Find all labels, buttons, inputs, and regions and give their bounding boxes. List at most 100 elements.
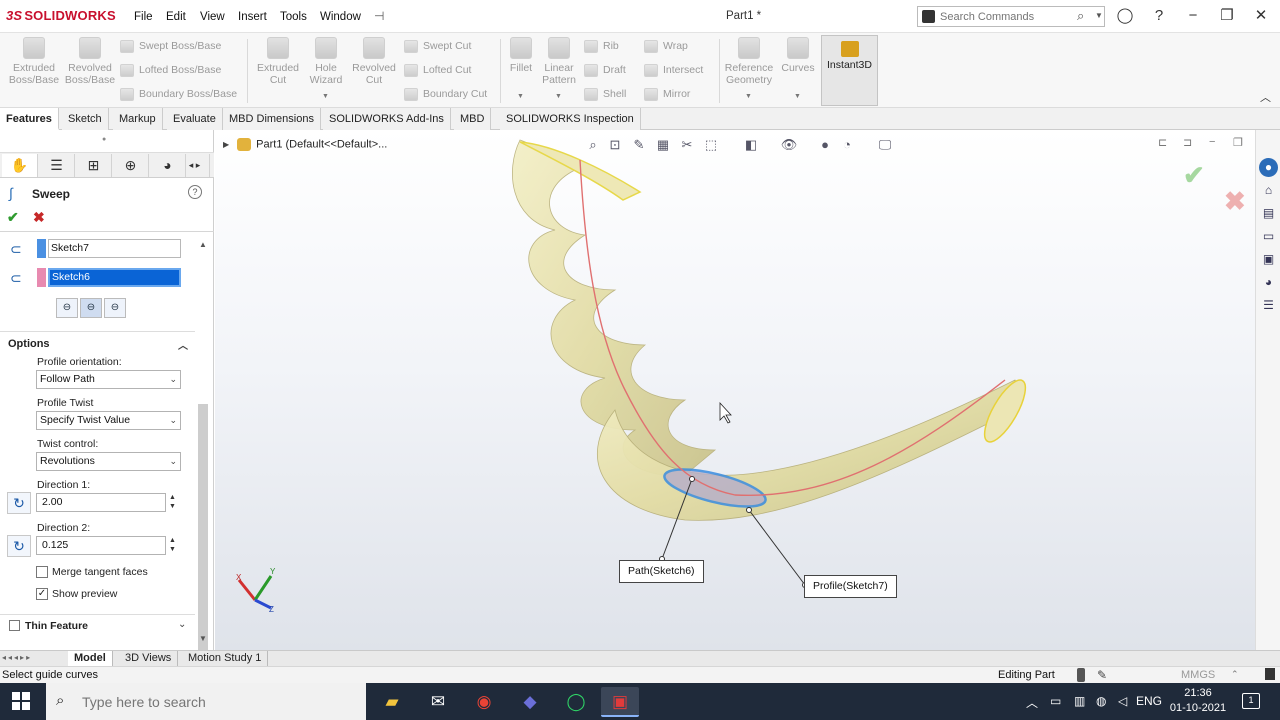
thin-feature-group-header[interactable]: Thin Feature ⌄ — [0, 614, 195, 636]
menu-file[interactable]: File — [134, 11, 153, 23]
tab-scroll-arrows-icon[interactable]: ◂ ▸ — [180, 154, 210, 177]
help-icon[interactable]: ? — [188, 185, 202, 199]
linear-pattern-button[interactable]: Linear Pattern — [540, 37, 578, 86]
mirror-button[interactable]: Mirror — [644, 86, 690, 102]
expand-chevron-icon[interactable]: ⌄ — [178, 619, 186, 630]
tree-part-label[interactable]: Part1 (Default<<Default>... — [256, 138, 387, 150]
search-commands-input[interactable] — [940, 9, 1074, 24]
pm-scrollbar[interactable]: ▲ ▼ — [196, 236, 210, 716]
user-account-icon[interactable]: ◯ — [1115, 6, 1135, 26]
boundary-boss-button[interactable]: Boundary Boss/Base — [120, 86, 237, 102]
hole-wizard-dropdown-icon[interactable]: ▼ — [322, 93, 329, 100]
windows-start-icon[interactable] — [12, 692, 30, 710]
tab-solidworks-addins[interactable]: SOLIDWORKS Add-Ins — [323, 108, 451, 130]
intersect-button[interactable]: Intersect — [644, 62, 703, 78]
profile-callout[interactable]: Profile(Sketch7) — [804, 575, 897, 598]
tab-mbd[interactable]: MBD — [454, 108, 492, 130]
solid-profile-icon[interactable]: ⊖ — [104, 298, 126, 318]
wrap-button[interactable]: Wrap — [644, 38, 688, 54]
custom-properties-icon[interactable]: ☰ — [1259, 296, 1278, 315]
confirmation-cancel-icon[interactable]: ✖ — [1224, 186, 1246, 217]
unit-system[interactable]: MMGS — [1181, 669, 1215, 681]
show-hidden-icons-icon[interactable]: ︿ — [1026, 694, 1038, 711]
pin-menu-icon[interactable]: ⊣ — [374, 9, 384, 23]
view-orientation-icon[interactable]: ⬚ — [701, 135, 721, 155]
close-window-icon[interactable]: ✕ — [1251, 6, 1271, 26]
toolbar-toggle-icon[interactable] — [1265, 668, 1275, 680]
graphics-area[interactable]: X Y Z ▶ Part1 (Default<<Default>... ⌕ ⊡ ✎… — [215, 130, 1255, 650]
scroll-up-icon[interactable]: ▲ — [199, 240, 207, 249]
home-icon[interactable]: ⌂ — [1259, 181, 1278, 200]
menu-edit[interactable]: Edit — [166, 11, 186, 23]
input-language[interactable]: ENG — [1136, 694, 1162, 708]
collapse-ribbon-icon[interactable]: ︿ — [1260, 89, 1271, 105]
tab-model[interactable]: Model — [68, 651, 113, 666]
previous-view-icon[interactable]: ✎ — [629, 135, 649, 155]
search-icon[interactable]: ⌕ — [1077, 8, 1084, 24]
search-commands-box[interactable]: ⌕ ▼ — [917, 6, 1105, 27]
boundary-cut-button[interactable]: Boundary Cut — [404, 86, 487, 102]
battery-icon[interactable]: ▭ — [1050, 694, 1061, 708]
reference-geometry-button[interactable]: Reference Geometry — [722, 37, 776, 86]
design-library-icon[interactable]: ▤ — [1259, 204, 1278, 223]
expand-triangle-icon[interactable]: ▶ — [223, 140, 229, 149]
circular-profile-icon[interactable]: ⊖ — [80, 298, 102, 318]
tab-markup[interactable]: Markup — [113, 108, 163, 130]
thin-feature-checkbox[interactable] — [9, 620, 20, 631]
revolved-boss-button[interactable]: Revolved Boss/Base — [64, 37, 116, 86]
appearances-icon[interactable]: ◕ — [1259, 273, 1278, 292]
system-clock[interactable]: 21:36 01-10-2021 — [1163, 686, 1233, 716]
solidworks-app-icon[interactable]: ▣ — [601, 687, 639, 717]
tab-sketch[interactable]: Sketch — [62, 108, 109, 130]
help-icon[interactable]: ? — [1149, 6, 1169, 26]
path-callout[interactable]: Path(Sketch6) — [619, 560, 704, 583]
menu-view[interactable]: View — [200, 11, 225, 23]
rebuild-indicator-icon[interactable] — [1077, 668, 1085, 682]
globe-icon[interactable]: ◍ — [1096, 694, 1106, 708]
curves-button[interactable]: Curves — [779, 37, 817, 74]
lofted-boss-button[interactable]: Lofted Boss/Base — [120, 62, 221, 78]
panel-left-icon[interactable]: ⊏ — [1158, 136, 1167, 149]
minimize-window-icon[interactable]: − — [1183, 6, 1203, 26]
whatsapp-app-icon[interactable]: ◯ — [557, 687, 595, 717]
panel-right-icon[interactable]: ⊐ — [1183, 136, 1192, 149]
taskbar-search-input[interactable] — [82, 692, 352, 711]
network-icon[interactable]: ▥ — [1074, 694, 1085, 708]
cancel-x-icon[interactable]: ✖ — [33, 209, 45, 226]
volume-icon[interactable]: ◁ — [1118, 694, 1127, 708]
tab-features[interactable]: Features — [0, 108, 59, 130]
spin-arrows-icon[interactable]: ▲ ▼ — [169, 493, 176, 511]
draft-button[interactable]: Draft — [584, 62, 626, 78]
hole-wizard-button[interactable]: Hole Wizard — [302, 37, 350, 86]
sketch-profile-icon[interactable]: ⊖ — [56, 298, 78, 318]
curves-dropdown-icon[interactable]: ▼ — [794, 93, 801, 100]
reverse-direction-icon[interactable]: ↻ — [7, 492, 31, 514]
revolved-cut-button[interactable]: Revolved Cut — [349, 37, 399, 86]
direction1-input[interactable]: 2.00 — [36, 493, 166, 512]
extruded-cut-button[interactable]: Extruded Cut — [253, 37, 303, 86]
confirmation-ok-icon[interactable]: ✔ — [1183, 160, 1205, 191]
edit-appearance-icon[interactable]: ● — [815, 135, 835, 155]
restore-document-icon[interactable]: ❐ — [1233, 136, 1243, 149]
notification-center-icon[interactable]: 1 — [1242, 693, 1260, 709]
shell-button[interactable]: Shell — [584, 86, 626, 102]
view-settings-icon[interactable]: 🖵 — [875, 135, 895, 155]
menu-insert[interactable]: Insert — [238, 11, 267, 23]
tab-scroll-arrows-icon[interactable]: ◂◂◂▸▸ — [2, 653, 32, 662]
linear-pattern-dropdown-icon[interactable]: ▼ — [555, 93, 562, 100]
reference-geometry-dropdown-icon[interactable]: ▼ — [745, 93, 752, 100]
featuremanager-tab-icon[interactable]: ✋ — [2, 154, 38, 177]
mail-app-icon[interactable]: ✉ — [419, 687, 457, 717]
solidworks-logo[interactable]: 3S SOLIDWORKS — [6, 8, 116, 23]
panel-grip-icon[interactable]: ● — [102, 136, 106, 143]
search-dropdown-icon[interactable]: ▼ — [1095, 11, 1103, 20]
profile-orientation-select[interactable]: Follow Path ⌄ — [36, 370, 181, 389]
profile-twist-select[interactable]: Specify Twist Value ⌄ — [36, 411, 181, 430]
checkbox-unchecked[interactable] — [36, 566, 48, 578]
chrome-app-icon[interactable]: ◉ — [465, 687, 503, 717]
apply-scene-icon[interactable]: ◔ — [837, 135, 857, 155]
menu-tools[interactable]: Tools — [280, 11, 307, 23]
direction2-input[interactable]: 0.125 — [36, 536, 166, 555]
swept-cut-button[interactable]: Swept Cut — [404, 38, 471, 54]
collapse-chevron-icon[interactable]: ︿ — [178, 337, 188, 352]
